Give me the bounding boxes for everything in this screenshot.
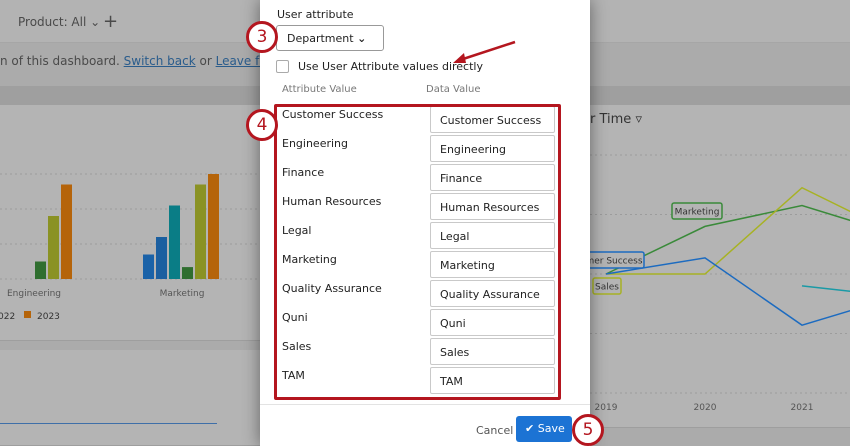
user-attribute-label: User attribute (277, 8, 354, 21)
bar (143, 254, 154, 279)
col-attribute-value: Attribute Value (282, 84, 357, 95)
x-tick-label: 2021 (791, 403, 814, 413)
bar (156, 237, 167, 279)
dropdown-value: Department (287, 32, 354, 45)
save-button[interactable]: ✔ Save (516, 416, 572, 442)
category-label: Marketing (160, 289, 205, 299)
series-label: mer Success (590, 257, 643, 267)
use-values-directly-checkbox[interactable] (276, 60, 289, 73)
bar (35, 261, 46, 279)
plus-icon[interactable]: + (103, 11, 118, 32)
line-chart: 2019 2020 2021 Marketing mer Success Sales (590, 154, 850, 413)
bar-chart-card: Engineering Marketing 022 2023 (0, 105, 262, 341)
line-chart-card: r Time ▿ 2019 2020 2021 Marketing mer Succes… (590, 105, 850, 428)
save-label: Save (537, 422, 565, 435)
legend-swatch (24, 311, 31, 318)
legend-label: 2023 (37, 312, 60, 322)
arrow-annotation (453, 40, 516, 63)
product-filter[interactable]: Product: All ⌄ (18, 15, 100, 29)
step-5-marker: 5 (572, 414, 604, 446)
bar (169, 205, 180, 279)
check-icon: ✔ (525, 422, 535, 435)
lower-card (0, 350, 262, 446)
cancel-button[interactable]: Cancel (476, 424, 513, 437)
series-label: Sales (595, 283, 619, 293)
legend-label: 022 (0, 312, 15, 322)
bar (48, 216, 59, 279)
notice-text: n of this dashboard. (0, 54, 120, 68)
bar (182, 267, 193, 279)
progress-line (0, 423, 217, 424)
col-data-value: Data Value (426, 84, 481, 95)
step-4-marker: 4 (246, 109, 278, 141)
line-series (801, 285, 850, 292)
user-attribute-dropdown[interactable]: Department ⌄ (276, 25, 384, 51)
chevron-down-icon: ⌄ (357, 32, 367, 45)
bar (195, 184, 206, 279)
chevron-down-icon: ⌄ (90, 15, 101, 29)
bar-chart: Engineering Marketing 022 2023 (0, 173, 262, 322)
series-label: Marketing (675, 208, 720, 218)
switch-back-link[interactable]: Switch back (124, 54, 196, 68)
highlight-box (274, 104, 561, 400)
x-tick-label: 2019 (595, 403, 618, 413)
category-label: Engineering (7, 289, 61, 299)
bar (61, 184, 72, 279)
or-text: or (199, 54, 212, 68)
product-filter-label: Product: All (18, 15, 87, 29)
step-3-marker: 3 (246, 21, 278, 53)
footer-divider (260, 404, 590, 405)
bar (208, 174, 219, 279)
x-tick-label: 2020 (694, 403, 717, 413)
